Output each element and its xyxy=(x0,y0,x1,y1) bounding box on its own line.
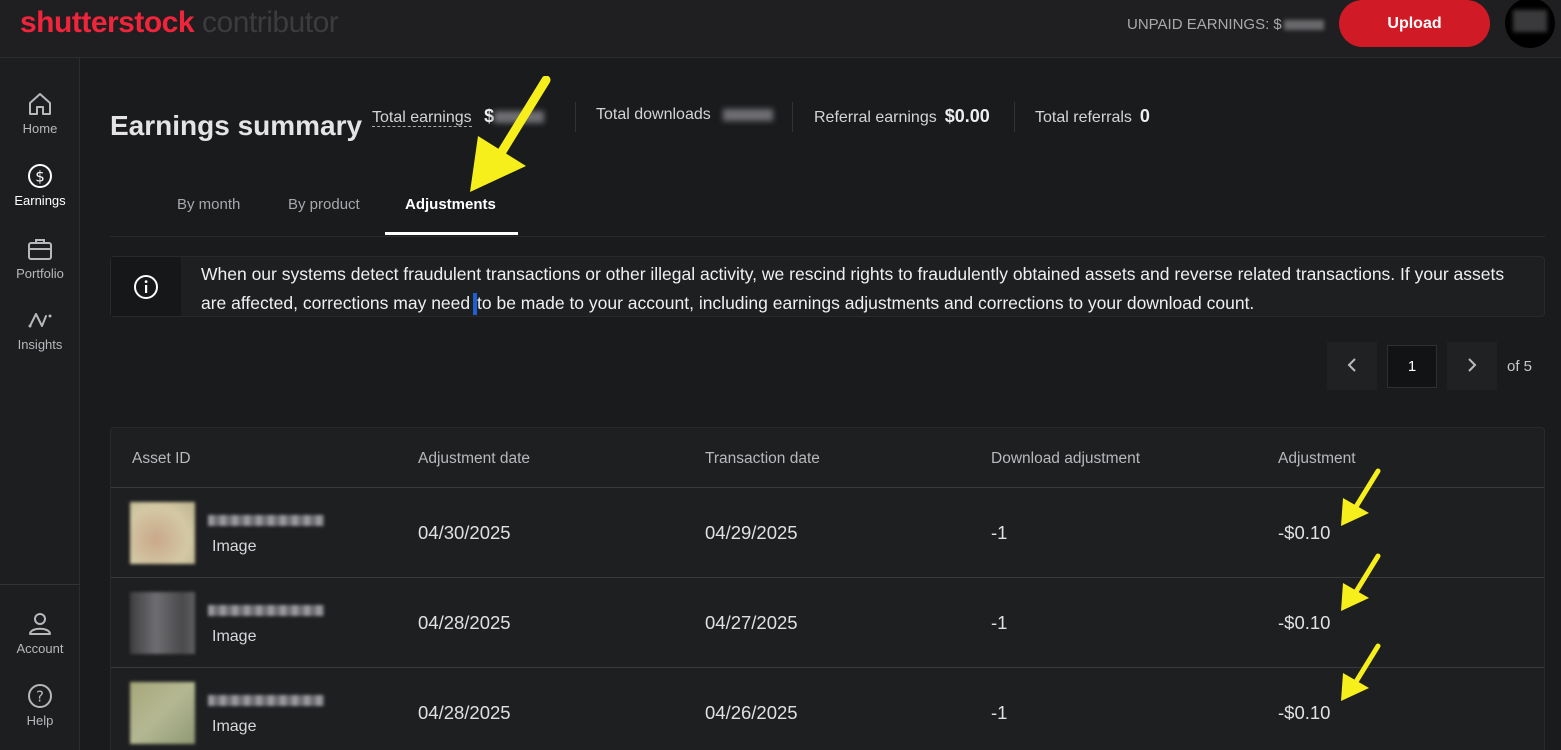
stat-divider xyxy=(1014,102,1015,132)
insights-icon xyxy=(28,313,52,328)
next-page-button[interactable] xyxy=(1447,342,1497,390)
stat-divider xyxy=(575,102,576,132)
tabs-divider xyxy=(110,236,1545,237)
info-banner: When our systems detect fraudulent trans… xyxy=(110,256,1545,317)
sidebar-item-home[interactable]: Home xyxy=(0,90,80,152)
briefcase-icon xyxy=(28,239,52,260)
info-icon-container xyxy=(111,257,181,316)
stat-total-earnings: Total earnings $ xyxy=(372,106,545,127)
sidebar-item-portfolio[interactable]: Portfolio xyxy=(0,235,80,297)
total-earnings-value: $ xyxy=(484,106,545,126)
stat-total-downloads: Total downloads xyxy=(596,106,774,124)
info-icon xyxy=(134,275,158,299)
asset-thumbnail[interactable] xyxy=(130,502,195,564)
asset-thumbnail[interactable] xyxy=(130,682,195,744)
sidebar-item-label: Home xyxy=(22,121,58,136)
sidebar: Home $ Earnings Portfolio Insights Accou… xyxy=(0,58,80,750)
total-earnings-label[interactable]: Total earnings xyxy=(372,109,472,127)
transaction-date: 04/27/2025 xyxy=(705,612,798,633)
column-header: Asset ID xyxy=(132,450,191,467)
column-header: Download adjustment xyxy=(991,450,1141,467)
avatar-image-redacted xyxy=(1513,10,1547,32)
adjustment-date: 04/30/2025 xyxy=(418,522,511,543)
sidebar-item-label: Help xyxy=(26,713,54,728)
table-row[interactable]: Image 04/28/2025 04/27/2025 -1 -$0.10 xyxy=(111,578,1544,668)
asset-type: Image xyxy=(212,538,257,555)
tab-adjustments[interactable]: Adjustments xyxy=(405,196,496,213)
column-header: Adjustment xyxy=(1278,450,1356,467)
total-referrals-value: 0 xyxy=(1139,106,1150,126)
user-icon xyxy=(29,613,51,635)
asset-thumbnail[interactable] xyxy=(130,592,195,654)
sidebar-item-label: Insights xyxy=(17,337,63,352)
asset-type: Image xyxy=(212,718,257,735)
total-earnings-redacted xyxy=(494,111,545,124)
referral-earnings-value: $0.00 xyxy=(944,106,990,126)
banner-text-after: to be made to your account, including ea… xyxy=(477,293,1255,313)
total-referrals-label: Total referrals xyxy=(1035,109,1132,126)
table-row[interactable]: Image 04/28/2025 04/26/2025 -1 -$0.10 xyxy=(111,668,1544,750)
download-adjustment: -1 xyxy=(991,522,1008,543)
info-banner-text: When our systems detect fraudulent trans… xyxy=(201,260,1531,318)
adjustment-amount: -$0.10 xyxy=(1278,522,1331,543)
avatar[interactable] xyxy=(1505,0,1555,48)
total-downloads-redacted xyxy=(723,108,774,121)
stat-total-referrals: Total referrals 0 xyxy=(1035,106,1150,127)
transaction-date: 04/29/2025 xyxy=(705,522,798,543)
top-bar: shutterstock contributor UNPAID EARNINGS:… xyxy=(0,0,1561,58)
transaction-date: 04/26/2025 xyxy=(705,702,798,723)
column-header: Adjustment date xyxy=(418,450,531,467)
adjustment-date: 04/28/2025 xyxy=(418,612,511,633)
logo-sub: contributor xyxy=(202,6,339,39)
logo[interactable]: shutterstock contributor xyxy=(20,6,339,40)
page-count: of 5 xyxy=(1507,358,1533,375)
prev-page-button[interactable] xyxy=(1327,342,1377,390)
unpaid-earnings-label: UNPAID EARNINGS: $ xyxy=(1127,16,1282,33)
download-adjustment: -1 xyxy=(991,702,1008,723)
column-header: Transaction date xyxy=(705,450,820,467)
stat-divider xyxy=(792,102,793,132)
adjustment-amount: -$0.10 xyxy=(1278,702,1331,723)
active-tab-indicator xyxy=(385,232,518,235)
sidebar-item-help[interactable]: ? Help xyxy=(0,682,80,744)
dollar-circle-icon: $ xyxy=(28,164,52,188)
adjustment-date: 04/28/2025 xyxy=(418,702,511,723)
sidebar-item-label: Earnings xyxy=(14,193,66,208)
sidebar-item-insights[interactable]: Insights xyxy=(0,308,80,370)
unpaid-earnings-value-redacted xyxy=(1283,20,1324,31)
logo-brand: shutterstock xyxy=(20,6,195,39)
table-row[interactable]: Image 04/30/2025 04/29/2025 -1 -$0.10 xyxy=(111,488,1544,578)
download-adjustment: -1 xyxy=(991,612,1008,633)
sidebar-item-earnings[interactable]: $ Earnings xyxy=(0,162,80,224)
adjustments-table: Asset ID Adjustment date Transaction dat… xyxy=(110,427,1545,750)
svg-text:$: $ xyxy=(35,168,45,186)
asset-type: Image xyxy=(212,628,257,645)
page-title: Earnings summary xyxy=(110,110,363,141)
annotation-arrow-icon xyxy=(470,76,551,192)
tab-by-product[interactable]: By product xyxy=(288,196,360,213)
stat-referral-earnings: Referral earnings $0.00 xyxy=(814,106,990,127)
asset-id-redacted xyxy=(208,605,324,616)
total-earnings-prefix: $ xyxy=(484,106,495,126)
referral-earnings-label: Referral earnings xyxy=(814,109,937,126)
chevron-left-icon xyxy=(1347,357,1356,372)
tab-by-month[interactable]: By month xyxy=(177,196,240,213)
asset-id-redacted xyxy=(208,695,324,706)
svg-text:?: ? xyxy=(36,688,44,706)
total-downloads-label: Total downloads xyxy=(596,106,711,123)
sidebar-item-label: Account xyxy=(16,641,64,656)
asset-id-redacted xyxy=(208,515,324,526)
sidebar-item-account[interactable]: Account xyxy=(0,610,80,672)
page-number-input[interactable] xyxy=(1387,345,1437,388)
upload-button[interactable]: Upload xyxy=(1339,0,1490,47)
adjustment-amount: -$0.10 xyxy=(1278,612,1331,633)
chevron-right-icon xyxy=(1468,357,1477,372)
sidebar-divider xyxy=(0,584,80,585)
help-icon: ? xyxy=(28,684,52,708)
sidebar-item-label: Portfolio xyxy=(16,266,64,281)
home-icon xyxy=(29,93,51,115)
unpaid-earnings: UNPAID EARNINGS: $ xyxy=(1127,16,1324,33)
